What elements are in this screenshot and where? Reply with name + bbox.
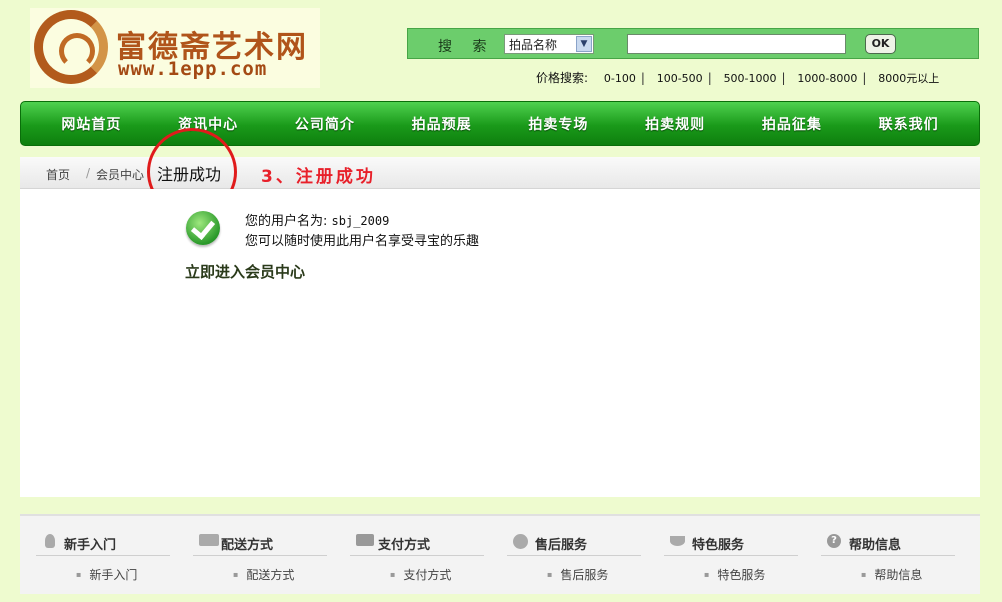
- footer-heading-text: 配送方式: [221, 538, 274, 553]
- nav-preview[interactable]: 拍品预展: [412, 114, 472, 134]
- footer-link[interactable]: 新手入门: [36, 566, 170, 583]
- price-separator: |: [781, 71, 786, 85]
- search-input[interactable]: [627, 34, 846, 54]
- price-separator: |: [862, 71, 867, 85]
- usage-hint: 您可以随时使用此用户名享受寻宝的乐趣: [245, 234, 480, 249]
- footer-heading: 配送方式: [193, 534, 327, 556]
- nav-rules[interactable]: 拍卖规则: [645, 114, 705, 134]
- search-category-select[interactable]: 拍品名称 ▼: [504, 34, 594, 54]
- footer-link[interactable]: 配送方式: [193, 566, 327, 583]
- username-message: 您的用户名为: sbj_2009: [245, 210, 389, 229]
- price-separator: |: [707, 71, 712, 85]
- step-annotation: 3、注册成功: [261, 167, 376, 187]
- breadcrumb-home[interactable]: 首页: [46, 166, 70, 183]
- price-separator: |: [640, 71, 645, 85]
- footer-heading: ? 帮助信息: [821, 534, 955, 556]
- logo-emblem-icon: [34, 10, 108, 84]
- leaf-icon: [670, 536, 685, 546]
- breadcrumb-member-center[interactable]: 会员中心: [96, 166, 144, 183]
- footer-heading-text: 新手入门: [64, 538, 117, 553]
- card-icon: [356, 534, 374, 546]
- search-category-value: 拍品名称: [509, 38, 558, 52]
- search-ok-button[interactable]: OK: [865, 34, 896, 54]
- nav-contact[interactable]: 联系我们: [879, 114, 939, 134]
- price-search: 价格搜索: 0-100 | 100-500 | 500-1000 | 1000-800…: [536, 69, 939, 86]
- price-range-link[interactable]: 8000元以上: [878, 72, 939, 85]
- truck-icon: [199, 534, 219, 546]
- help-icon: ?: [827, 534, 841, 548]
- price-range-link[interactable]: 1000-8000: [797, 72, 857, 85]
- footer-heading-text: 特色服务: [692, 538, 745, 553]
- nav-about[interactable]: 公司简介: [295, 114, 355, 134]
- bulb-icon: [45, 534, 55, 548]
- search-bar: 搜 索 拍品名称 ▼ OK: [407, 28, 979, 59]
- enter-member-center-link[interactable]: 立即进入会员中心: [185, 261, 305, 282]
- footer-column: 新手入门 新手入门: [36, 534, 170, 583]
- breadcrumb-separator: /: [86, 166, 91, 180]
- footer-link[interactable]: 支付方式: [350, 566, 484, 583]
- nav-home[interactable]: 网站首页: [61, 114, 121, 134]
- footer-link[interactable]: 特色服务: [664, 566, 798, 583]
- logo-url: www.1epp.com: [118, 58, 268, 80]
- search-label: 搜 索: [438, 39, 495, 55]
- footer-column: 特色服务 特色服务: [664, 534, 798, 583]
- site-logo[interactable]: 富德斋艺术网 www.1epp.com: [30, 8, 320, 88]
- footer-heading: 特色服务: [664, 534, 798, 556]
- footer-heading: 支付方式: [350, 534, 484, 556]
- success-check-icon: [186, 211, 220, 245]
- footer-link[interactable]: 帮助信息: [821, 566, 955, 583]
- footer: 新手入门 新手入门 配送方式 配送方式 支付方式 支付方式 售后服务 售后服务 …: [20, 514, 980, 594]
- chevron-down-icon[interactable]: ▼: [576, 36, 592, 52]
- footer-heading: 新手入门: [36, 534, 170, 556]
- footer-column: 配送方式 配送方式: [193, 534, 327, 583]
- username-label: 您的用户名为:: [245, 214, 328, 229]
- footer-heading: 售后服务: [507, 534, 641, 556]
- price-range-link[interactable]: 0-100: [604, 72, 636, 85]
- footer-column: 支付方式 支付方式: [350, 534, 484, 583]
- footer-column: 售后服务 售后服务: [507, 534, 641, 583]
- footer-link[interactable]: 售后服务: [507, 566, 641, 583]
- nav-auctions[interactable]: 拍卖专场: [528, 114, 588, 134]
- globe-icon: [513, 534, 528, 549]
- price-range-link[interactable]: 100-500: [657, 72, 703, 85]
- footer-heading-text: 支付方式: [378, 538, 431, 553]
- footer-heading-text: 售后服务: [535, 538, 588, 553]
- main-content: 您的用户名为: sbj_2009 您可以随时使用此用户名享受寻宝的乐趣 立即进入…: [20, 189, 980, 497]
- price-range-link[interactable]: 500-1000: [724, 72, 777, 85]
- nav-collection[interactable]: 拍品征集: [762, 114, 822, 134]
- footer-heading-text: 帮助信息: [849, 538, 902, 553]
- footer-column: ? 帮助信息 帮助信息: [821, 534, 955, 583]
- username-value: sbj_2009: [331, 214, 390, 228]
- price-search-label: 价格搜索:: [536, 71, 589, 85]
